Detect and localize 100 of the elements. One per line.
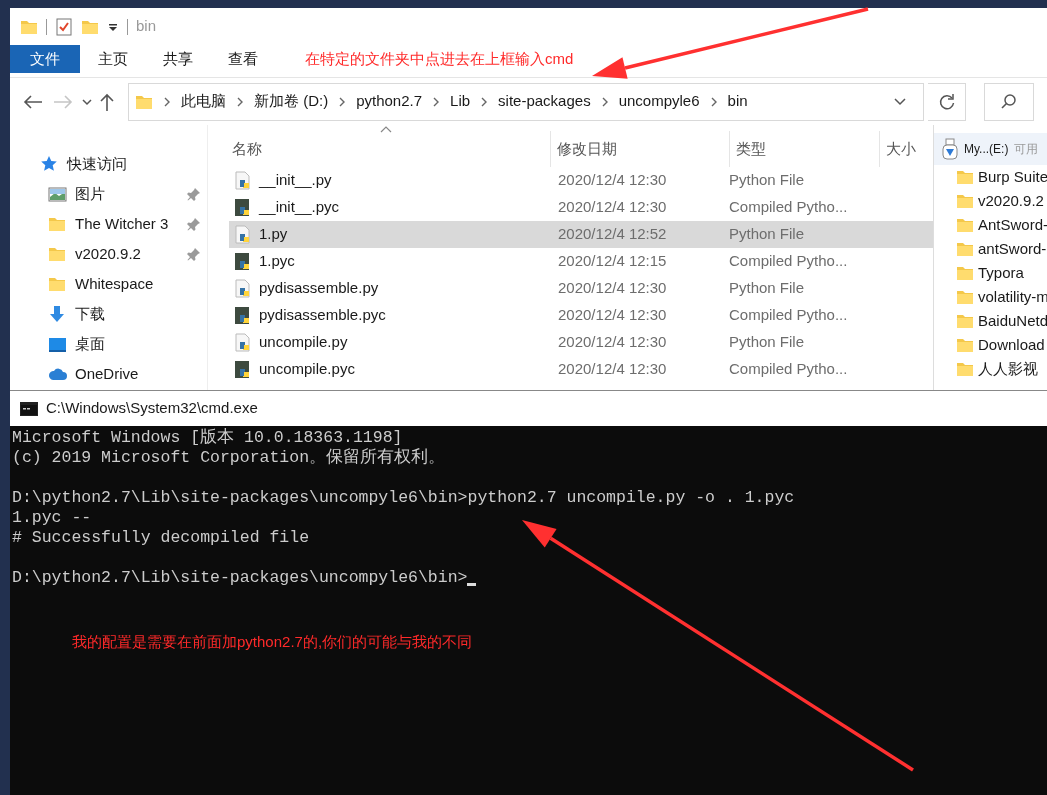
folder-icon — [956, 168, 974, 186]
chevron-right-icon — [163, 95, 171, 108]
file-row[interactable]: 1.py 2020/12/4 12:52 Python File — [229, 221, 933, 248]
file-date: 2020/12/4 12:15 — [557, 251, 668, 272]
file-date: 2020/12/4 12:30 — [557, 278, 668, 299]
chevron-down-icon[interactable] — [893, 95, 907, 108]
folder-item[interactable]: Typora — [934, 261, 1047, 285]
nav-item[interactable]: The Witcher 3 — [10, 209, 207, 239]
file-date: 2020/12/4 12:30 — [557, 305, 668, 326]
folder-icon — [956, 264, 974, 282]
refresh-icon — [937, 92, 956, 111]
python-file-icon — [233, 278, 253, 299]
ribbon-tab[interactable]: 查看 — [210, 45, 275, 73]
breadcrumb-item[interactable]: 此电脑 — [181, 90, 226, 113]
breadcrumb-item[interactable]: bin — [727, 90, 748, 113]
console-line: Microsoft Windows [版本 10.0.18363.1198] — [12, 428, 404, 448]
nav-item[interactable]: v2020.9.2 — [10, 239, 207, 269]
folder-name: Burp Suite — [978, 166, 1047, 187]
file-row[interactable]: uncompile.py 2020/12/4 12:30 Python File — [229, 329, 933, 356]
ribbon-tab[interactable]: 主页 — [80, 45, 145, 73]
ribbon-tab[interactable]: 共享 — [145, 45, 210, 73]
file-type: Compiled Pytho... — [729, 197, 849, 218]
chevron-right-icon — [600, 95, 609, 108]
folder-name: Typora — [978, 262, 1024, 283]
column-header[interactable]: 名称 — [208, 131, 551, 167]
star-icon — [40, 155, 59, 173]
folder-name: v2020.9.2 — [978, 190, 1044, 211]
download-arrow-icon — [48, 305, 67, 323]
file-name: __init__.py — [259, 170, 332, 191]
chevron-right-icon — [432, 95, 441, 108]
chevron-right-icon — [480, 95, 489, 108]
drive-label[interactable]: My...(E:) — [964, 140, 1009, 158]
folder-name: antSword- — [978, 238, 1047, 259]
folder-name: volatility-m — [978, 286, 1047, 307]
usb-drive-icon — [942, 138, 958, 160]
folder-item[interactable]: BaiduNetd — [934, 309, 1047, 333]
column-header[interactable]: 类型 — [730, 131, 881, 167]
window-title: C:\Windows\System32\cmd.exe — [46, 398, 258, 419]
nav-item[interactable]: Whitespace — [10, 269, 207, 299]
breadcrumb-item[interactable]: python2.7 — [356, 90, 423, 113]
properties-icon[interactable] — [55, 17, 73, 36]
ribbon-tab[interactable]: 文件 — [10, 45, 80, 73]
column-header[interactable]: 修改日期 — [550, 131, 731, 167]
console-line: 1.pyc -- — [12, 508, 93, 528]
file-row[interactable]: pydisassemble.pyc 2020/12/4 12:30 Compiled Pytho... — [229, 302, 933, 329]
console-prompt: D:\python2.7\Lib\site-packages\uncompyle6\bin> — [12, 568, 468, 588]
folder-item[interactable]: antSword- — [934, 237, 1047, 261]
folder-item[interactable]: volatility-m — [934, 285, 1047, 309]
nav-item-label: 桌面 — [75, 333, 106, 354]
file-row[interactable]: 1.pyc 2020/12/4 12:15 Compiled Pytho... — [229, 248, 933, 275]
desktop-icon — [48, 335, 67, 353]
file-row[interactable]: __init__.py 2020/12/4 12:30 Python File — [229, 167, 933, 194]
breadcrumb-item[interactable]: site-packages — [498, 90, 591, 113]
file-date: 2020/12/4 12:30 — [557, 332, 668, 353]
folder-item[interactable]: Download — [934, 333, 1047, 357]
folder-item[interactable]: v2020.9.2 — [934, 189, 1047, 213]
file-name: uncompile.pyc — [259, 359, 355, 380]
file-name: uncompile.py — [259, 332, 348, 353]
folder-icon — [48, 215, 67, 233]
python-file-icon — [233, 170, 253, 191]
refresh-button[interactable] — [928, 82, 966, 121]
window-title: bin — [136, 16, 157, 37]
annotation-text: 在特定的文件夹中点进去在上框输入cmd — [305, 48, 574, 69]
file-type: Compiled Pytho... — [729, 359, 849, 380]
breadcrumb-item[interactable]: 新加卷 (D:) — [254, 90, 329, 113]
file-date: 2020/12/4 12:52 — [557, 224, 668, 245]
nav-item[interactable]: OneDrive — [10, 359, 207, 389]
file-date: 2020/12/4 12:30 — [557, 197, 668, 218]
chevron-right-icon — [338, 95, 347, 108]
file-name: pydisassemble.py — [259, 278, 379, 299]
nav-item-label: 下载 — [75, 303, 106, 324]
folder-item[interactable]: 人人影视 — [934, 357, 1047, 381]
column-header[interactable]: 大小 — [880, 131, 933, 167]
drive-note: 可用 — [1014, 141, 1039, 158]
breadcrumb-item[interactable]: Lib — [450, 90, 471, 113]
file-type: Compiled Pytho... — [729, 305, 849, 326]
nav-item-label: OneDrive — [75, 363, 140, 384]
file-type: Python File — [729, 170, 806, 191]
folder-item[interactable]: Burp Suite — [934, 165, 1047, 189]
nav-item[interactable]: 快速访问 — [10, 149, 207, 179]
search-field[interactable] — [984, 82, 1034, 121]
address-bar[interactable]: 此电脑 新加卷 (D:) python2.7 Lib site-packages uncompyle6 bin — [128, 82, 924, 121]
file-row[interactable]: __init__.pyc 2020/12/4 12:30 Compiled Pytho... — [229, 194, 933, 221]
file-row[interactable]: uncompile.pyc 2020/12/4 12:30 Compiled Pytho... — [229, 356, 933, 383]
python-file-icon — [233, 332, 253, 353]
nav-item-label: v2020.9.2 — [75, 243, 142, 264]
file-name: 1.py — [259, 224, 288, 245]
file-type: Python File — [729, 332, 806, 353]
file-name: __init__.pyc — [259, 197, 340, 218]
nav-item-label: 图片 — [75, 183, 106, 204]
folder-icon — [956, 216, 974, 234]
file-row[interactable]: pydisassemble.py 2020/12/4 12:30 Python File — [229, 275, 933, 302]
search-icon — [1000, 92, 1018, 111]
folder-icon — [956, 312, 974, 330]
folder-name: AntSword- — [978, 214, 1047, 235]
nav-item[interactable]: 桌面 — [10, 329, 207, 359]
folder-item[interactable]: AntSword- — [934, 213, 1047, 237]
nav-item[interactable]: 图片 — [10, 179, 207, 209]
breadcrumb-item[interactable]: uncompyle6 — [618, 90, 700, 113]
nav-item[interactable]: 下载 — [10, 299, 207, 329]
